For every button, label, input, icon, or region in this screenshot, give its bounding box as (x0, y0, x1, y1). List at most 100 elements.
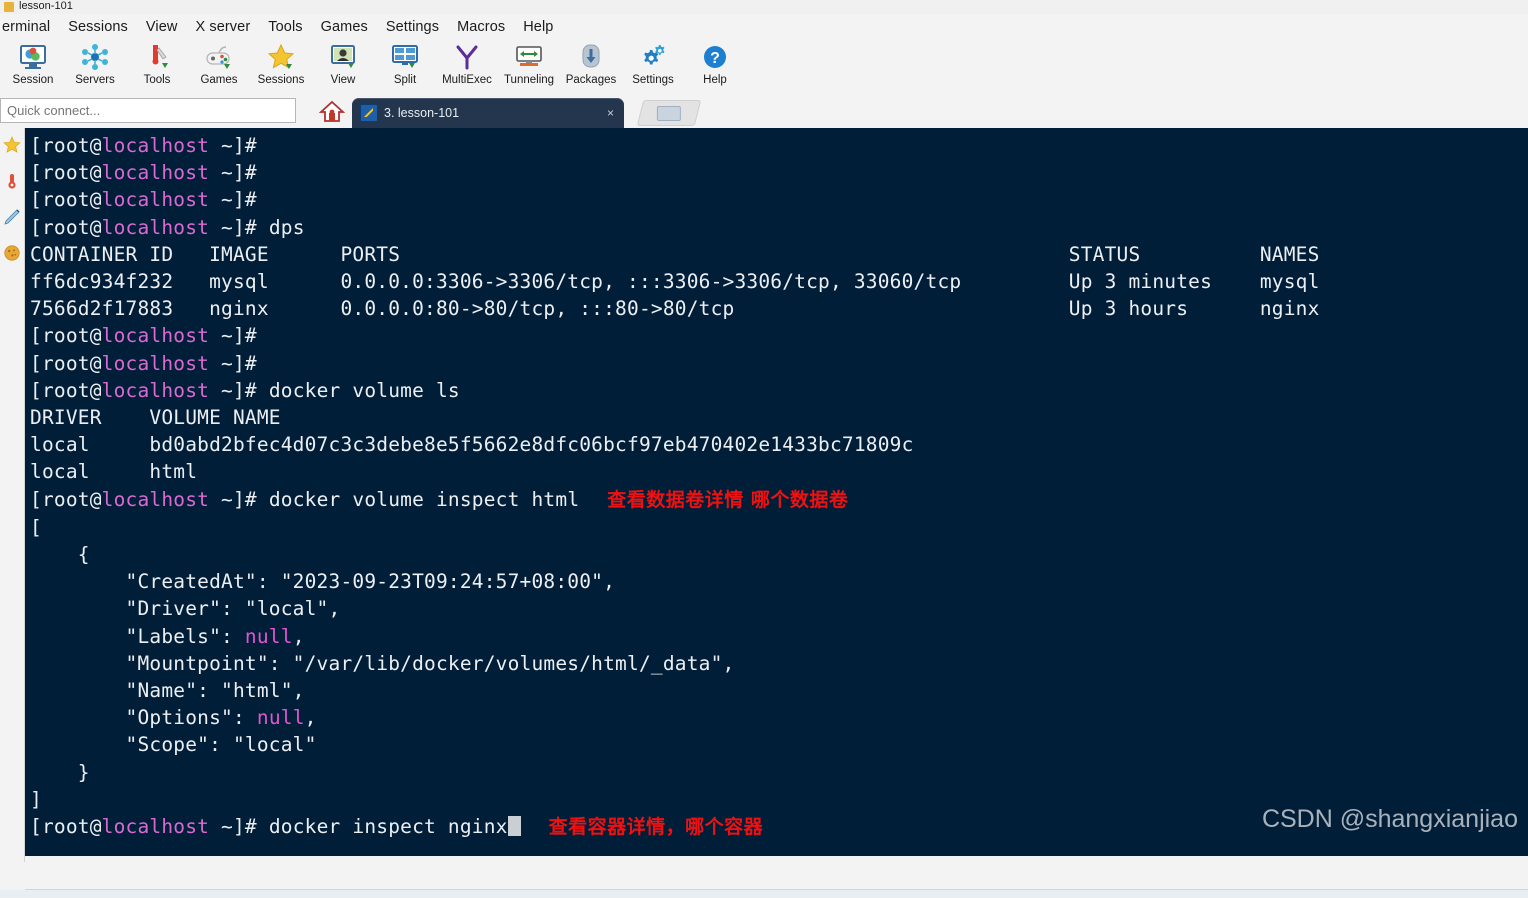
mobaxterm-window: lesson-101 erminal Sessions View X server To… (0, 0, 1528, 898)
prompt-user: [root@ (30, 815, 102, 839)
toolbar-button-multiexec[interactable]: MultiExec (436, 40, 498, 86)
terminal-line: [root@localhost ~]# (30, 132, 1528, 159)
toolbar-button-sessions[interactable]: Sessions (250, 40, 312, 86)
menu-terminal[interactable]: erminal (0, 19, 59, 35)
split-icon (390, 42, 420, 72)
toolbar-button-label: Session (12, 74, 54, 86)
menu-games[interactable]: Games (312, 19, 377, 35)
terminal-line: [root@localhost ~]# (30, 159, 1528, 186)
toolbar-button-packages[interactable]: Packages (560, 40, 622, 86)
terminal-command: docker inspect nginx (256, 815, 508, 839)
terminal-text: } (30, 760, 90, 784)
prompt-tail: ~]# (209, 215, 257, 239)
toolbar-button-label: Games (200, 74, 238, 86)
json-comma: , (292, 624, 305, 648)
terminal-line: "Labels": null, (30, 623, 1528, 650)
terminal-line: [ (30, 514, 1528, 541)
toolbar-button-settings[interactable]: Settings (622, 40, 684, 86)
terminal-tab-icon (360, 104, 378, 122)
tools-icon (142, 42, 172, 72)
menu-settings[interactable]: Settings (377, 19, 448, 35)
terminal-panel[interactable]: [root@localhost ~]# [root@localhost ~]# [r… (25, 128, 1528, 856)
terminal-line: } (30, 759, 1528, 786)
prompt-host: localhost (101, 215, 210, 239)
toolbar-button-view[interactable]: View (312, 40, 374, 86)
json-key: "Labels": (30, 624, 245, 648)
menu-view[interactable]: View (137, 19, 187, 35)
tunneling-icon (514, 42, 544, 72)
terminal-text: 7566d2f17883 nginx 0.0.0.0:80->80/tcp, :… (30, 297, 1320, 321)
prompt-user: [root@ (30, 378, 102, 402)
prompt-tail: ~]# (209, 324, 257, 348)
prompt-user: [root@ (30, 324, 102, 348)
toolbar-button-label: View (330, 74, 356, 86)
prompt-tail: ~]# (209, 351, 257, 375)
menu-macros[interactable]: Macros (448, 19, 514, 35)
macro-pen-icon[interactable] (3, 208, 21, 226)
toolbar-button-session[interactable]: Session (2, 40, 64, 86)
toolbar-button-label: Packages (565, 74, 617, 86)
window-title: lesson-101 (19, 0, 73, 12)
terminal-line: [root@localhost ~]# (30, 186, 1528, 213)
star-icon[interactable] (3, 136, 21, 154)
session-icon (18, 42, 48, 72)
menu-help[interactable]: Help (514, 19, 562, 35)
prompt-host: localhost (101, 351, 210, 375)
prompt-tail: ~]# (209, 378, 257, 402)
tab-close-icon[interactable]: × (605, 106, 616, 120)
prompt-tail: ~]# (209, 134, 257, 157)
toolbar: Session Servers Tools Games Sessions View Spli… (0, 40, 1528, 96)
watermark: CSDN @shangxianjiao (1261, 805, 1518, 833)
new-tab-icon (656, 106, 681, 121)
json-null-value: null (256, 706, 305, 730)
terminal-text: "Name": "html", (30, 679, 305, 703)
title-bar: lesson-101 (0, 0, 1528, 14)
prompt-user: [root@ (30, 188, 102, 212)
toolbar-button-label: Tools (143, 74, 171, 86)
thermometer-icon[interactable] (3, 172, 21, 190)
prompt-tail: ~]# (209, 815, 257, 839)
servers-icon (80, 42, 110, 72)
terminal-line: [root@localhost ~]# docker volume inspec… (30, 486, 1528, 514)
terminal-line: DRIVER VOLUME NAME (30, 404, 1528, 431)
toolbar-button-help[interactable]: ? Help (684, 40, 746, 86)
terminal-line: { (30, 541, 1528, 568)
toolbar-button-tools[interactable]: Tools (126, 40, 188, 86)
annotation-text: 查看容器详情，哪个容器 (548, 816, 764, 839)
new-tab-button[interactable] (636, 100, 702, 126)
menu-xserver[interactable]: X server (186, 19, 259, 35)
json-null-value: null (244, 624, 293, 648)
toolbar-button-tunneling[interactable]: Tunneling (498, 40, 560, 86)
terminal-line: [root@localhost ~]# (30, 350, 1528, 377)
terminal-line: "Options": null, (30, 704, 1528, 731)
menu-sessions[interactable]: Sessions (59, 19, 137, 35)
terminal-text: "Mountpoint": "/var/lib/docker/volumes/h… (30, 651, 735, 675)
prompt-user: [root@ (30, 351, 102, 375)
tab-label: 3. lesson-101 (384, 106, 460, 120)
games-icon (204, 42, 234, 72)
terminal-command: dps (256, 215, 305, 239)
star-icon (266, 42, 296, 72)
terminal-text: local bd0abd2bfec4d07c3c3debe8e5f5662e8d… (30, 433, 914, 457)
home-button[interactable] (312, 96, 352, 126)
quick-connect-field[interactable] (0, 98, 296, 123)
toolbar-button-servers[interactable]: Servers (64, 40, 126, 86)
terminal-output: [root@localhost ~]# [root@localhost ~]# [r… (25, 128, 1528, 841)
terminal-text: { (30, 543, 90, 567)
side-rail (0, 128, 25, 862)
prompt-host: localhost (101, 188, 210, 212)
terminal-text: "Scope": "local" (30, 733, 317, 757)
annotation-text: 查看数据卷详情 哪个数据卷 (607, 488, 849, 511)
json-comma: , (304, 706, 317, 730)
home-icon (319, 100, 345, 122)
menu-tools[interactable]: Tools (259, 19, 311, 35)
menu-bar: erminal Sessions View X server Tools Games Set… (0, 14, 1528, 40)
tab-lesson-101[interactable]: 3. lesson-101 × (352, 98, 624, 128)
quick-connect-input[interactable] (5, 102, 295, 119)
prompt-host: localhost (101, 815, 210, 839)
toolbar-button-label: Settings (632, 74, 674, 86)
toolbar-button-games[interactable]: Games (188, 40, 250, 86)
cookie-sftp-icon[interactable] (3, 244, 21, 262)
toolbar-button-split[interactable]: Split (374, 40, 436, 86)
help-question-icon: ? (700, 42, 730, 72)
